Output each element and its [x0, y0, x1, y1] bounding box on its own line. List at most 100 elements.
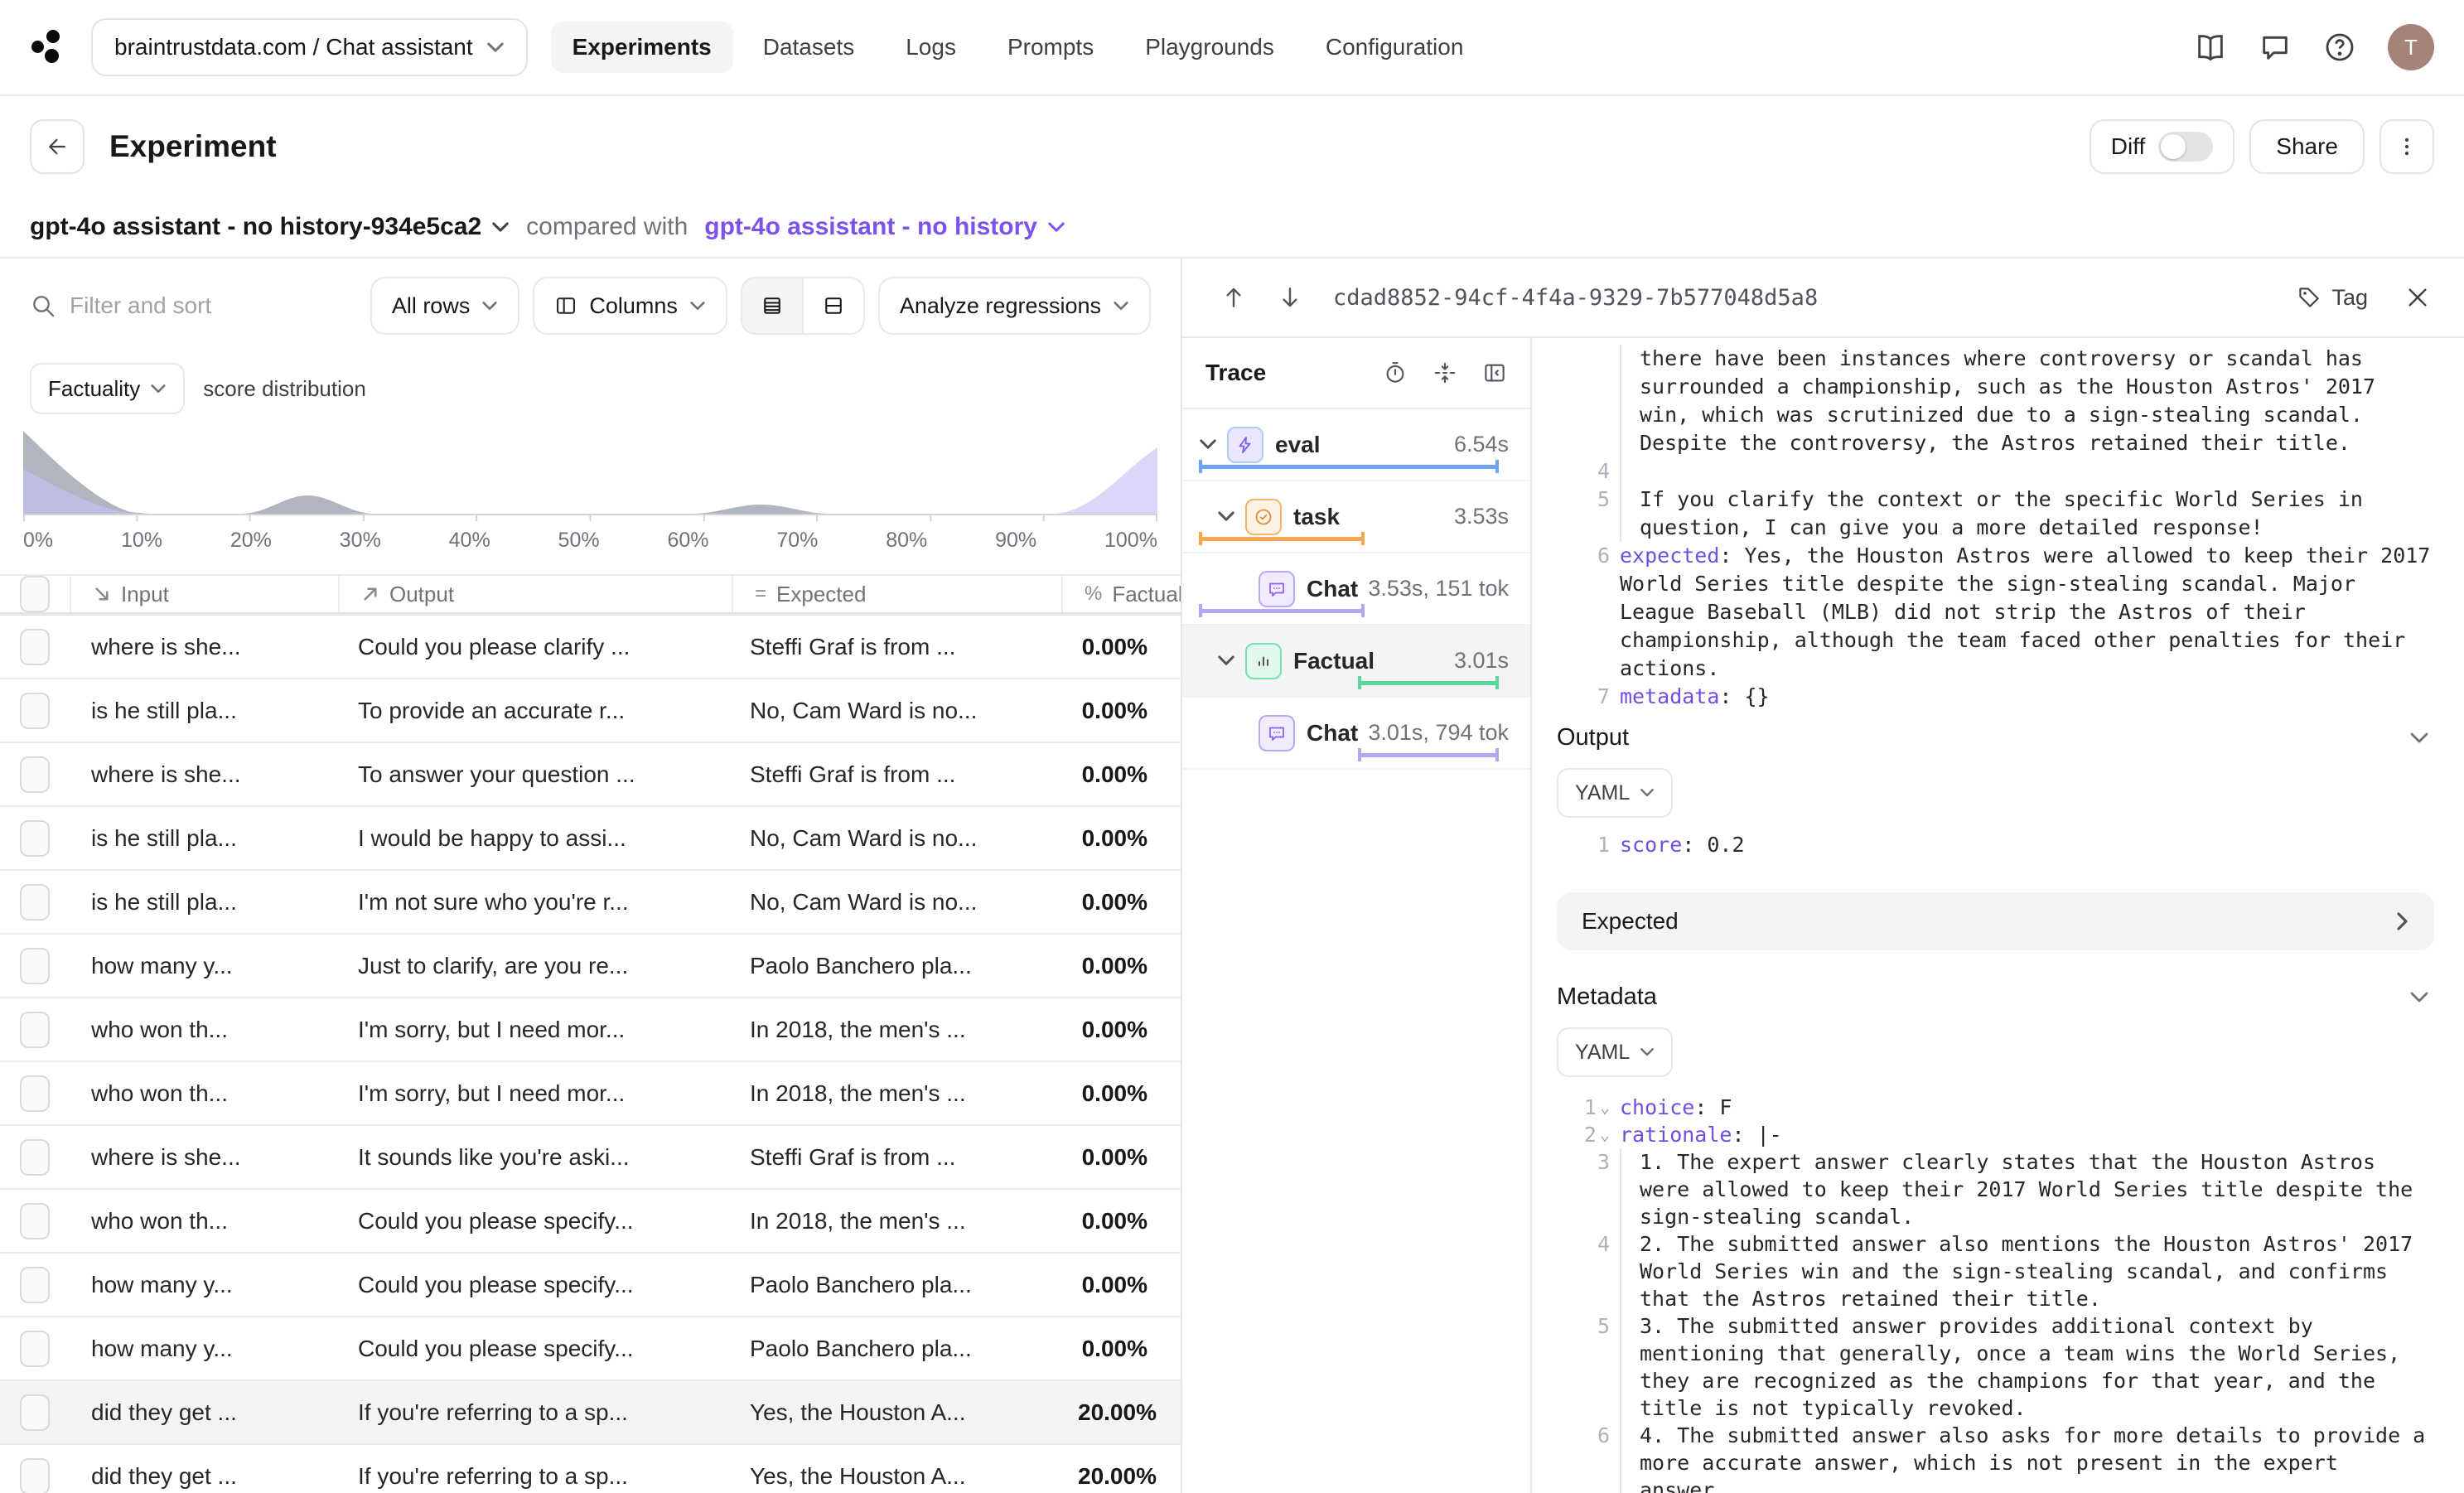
diff-switch[interactable]: [2158, 132, 2213, 162]
row-checkbox[interactable]: [20, 1139, 50, 1176]
column-header-output[interactable]: Output: [338, 576, 732, 612]
row-checkbox[interactable]: [20, 948, 50, 984]
row-checkbox[interactable]: [20, 884, 50, 920]
column-header-label: Input: [121, 582, 169, 607]
analyze-regressions-dropdown[interactable]: Analyze regressions: [878, 277, 1151, 335]
table-row[interactable]: where is she... It sounds like you're as…: [0, 1126, 1181, 1190]
tag-button[interactable]: Tag: [2297, 285, 2368, 311]
row-checkbox[interactable]: [20, 756, 50, 793]
nav-tab[interactable]: Configuration: [1304, 22, 1486, 73]
share-button[interactable]: Share: [2249, 119, 2365, 174]
columns-dropdown[interactable]: Columns: [533, 277, 727, 335]
metadata-format-dropdown[interactable]: YAML: [1557, 1027, 1673, 1077]
nav-tab[interactable]: Logs: [884, 22, 978, 73]
row-checkbox[interactable]: [20, 1203, 50, 1239]
table-row[interactable]: is he still pla... I'm not sure who you'…: [0, 871, 1181, 935]
dense-rows-view-button[interactable]: [742, 278, 802, 333]
table-row[interactable]: who won th... I'm sorry, but I need mor.…: [0, 1062, 1181, 1126]
project-selector[interactable]: braintrustdata.com / Chat assistant: [91, 18, 528, 76]
trace-span-factual[interactable]: Factual 3.01s: [1182, 626, 1530, 698]
select-all-checkbox[interactable]: [20, 576, 50, 612]
row-checkbox[interactable]: [20, 1458, 50, 1493]
back-button[interactable]: [30, 119, 85, 174]
chevron-down-icon[interactable]: [1199, 438, 1217, 451]
nav-right: T: [2194, 24, 2434, 70]
output-section-header[interactable]: Output: [1557, 724, 2434, 751]
table-row[interactable]: how many y... Could you please specify..…: [0, 1317, 1181, 1381]
feedback-comment-icon[interactable]: [2259, 31, 2292, 64]
row-checkbox[interactable]: [20, 629, 50, 665]
stopwatch-icon[interactable]: [1383, 360, 1408, 385]
span-doc-code[interactable]: ⌄ there have been instances where contro…: [1557, 345, 2434, 711]
table-row[interactable]: did they get ... If you're referring to …: [0, 1445, 1181, 1493]
code-line: 3⌄ 1. The expert answer clearly states t…: [1557, 1148, 2434, 1230]
base-experiment-selector[interactable]: gpt-4o assistant - no history-934e5ca2: [30, 213, 510, 241]
help-icon[interactable]: [2323, 31, 2356, 64]
row-checkbox[interactable]: [20, 820, 50, 857]
nav-tab[interactable]: Prompts: [986, 22, 1115, 73]
split-rows-view-button[interactable]: [802, 278, 863, 333]
fold-chevron-icon: ⌄: [1600, 1097, 1610, 1117]
collapse-vertical-icon[interactable]: [1433, 360, 1457, 385]
comparison-experiment-selector[interactable]: gpt-4o assistant - no history: [704, 213, 1065, 241]
row-checkbox[interactable]: [20, 1075, 50, 1112]
code-line: 5⌄ If you clarify the context or the spe…: [1557, 486, 2434, 542]
table-row[interactable]: who won th... I'm sorry, but I need mor.…: [0, 998, 1181, 1062]
close-icon[interactable]: [2404, 284, 2431, 311]
chevron-down-icon[interactable]: [1217, 655, 1235, 667]
chevron-down-icon[interactable]: [1217, 510, 1235, 523]
row-checkbox[interactable]: [20, 1012, 50, 1048]
table-row[interactable]: who won th... Could you please specify..…: [0, 1190, 1181, 1254]
panel-collapse-icon[interactable]: [1482, 360, 1507, 385]
table-row[interactable]: is he still pla... To provide an accurat…: [0, 679, 1181, 743]
more-options-button[interactable]: [2379, 119, 2434, 174]
table-row[interactable]: how many y... Could you please specify..…: [0, 1254, 1181, 1317]
axis-tick-label: 40%: [449, 529, 490, 553]
column-header-expected[interactable]: = Expected: [732, 576, 1061, 612]
cell-factuality: 0.00%: [1056, 825, 1181, 852]
nav-tab[interactable]: Datasets: [742, 22, 877, 73]
row-checkbox[interactable]: [20, 693, 50, 729]
code-line: 1⌄ choice: F: [1557, 1094, 2434, 1121]
metric-selector[interactable]: Factuality: [30, 363, 185, 414]
trace-span-chat-2[interactable]: Chat... 3.01s, 794 tok: [1182, 698, 1530, 770]
column-header-factuality[interactable]: % Factuality: [1061, 576, 1181, 612]
trace-span-chat-1[interactable]: Chat... 3.53s, 151 tok: [1182, 553, 1530, 626]
line-number: 1: [1557, 831, 1615, 859]
row-checkbox[interactable]: [20, 1331, 50, 1367]
table-row[interactable]: where is she... To answer your question …: [0, 743, 1181, 807]
trace-span-eval[interactable]: eval 6.54s: [1182, 409, 1530, 481]
all-rows-dropdown[interactable]: All rows: [370, 277, 520, 335]
output-code[interactable]: 1 score: 0.2: [1557, 831, 2434, 859]
next-row-arrow-down-icon[interactable]: [1277, 284, 1303, 311]
metadata-section-header[interactable]: Metadata: [1557, 983, 2434, 1011]
table-row[interactable]: is he still pla... I would be happy to a…: [0, 807, 1181, 871]
filter-input[interactable]: Filter and sort: [30, 292, 357, 319]
expected-section-collapsed[interactable]: Expected: [1557, 892, 2434, 950]
trace-span-task[interactable]: task 3.53s: [1182, 481, 1530, 553]
row-checkbox[interactable]: [20, 1267, 50, 1303]
nav-tab[interactable]: Playgrounds: [1123, 22, 1296, 73]
table-row[interactable]: where is she... Could you please clarify…: [0, 616, 1181, 679]
score-distribution-chart: 0%10%20%30%40%50%60%70%80%90%100%: [23, 426, 1157, 553]
table-row[interactable]: did they get ... If you're referring to …: [0, 1381, 1181, 1445]
chevron-down-icon[interactable]: [2409, 732, 2429, 745]
yaml-key: choice: [1620, 1095, 1694, 1119]
previous-row-arrow-up-icon[interactable]: [1220, 284, 1247, 311]
output-format-dropdown[interactable]: YAML: [1557, 768, 1673, 818]
format-label: YAML: [1575, 781, 1630, 805]
nav-tab[interactable]: Experiments: [551, 22, 733, 73]
table-row[interactable]: how many y... Just to clarify, are you r…: [0, 935, 1181, 998]
metadata-code[interactable]: 1⌄ choice: F 2⌄ rationale: |- 3⌄ 1. The …: [1557, 1094, 2434, 1493]
axis-tick-label: 20%: [230, 529, 272, 553]
braintrust-logo-icon[interactable]: [30, 28, 68, 66]
diff-toggle[interactable]: Diff: [2090, 119, 2235, 174]
chevron-down-icon[interactable]: [2409, 991, 2429, 1004]
filter-placeholder: Filter and sort: [70, 292, 211, 319]
cell-factuality: 0.00%: [1056, 761, 1181, 788]
column-header-input[interactable]: Input: [70, 576, 338, 612]
cell-output: Could you please specify...: [336, 1272, 728, 1298]
docs-book-icon[interactable]: [2194, 31, 2227, 64]
avatar[interactable]: T: [2388, 24, 2434, 70]
row-checkbox[interactable]: [20, 1394, 50, 1431]
